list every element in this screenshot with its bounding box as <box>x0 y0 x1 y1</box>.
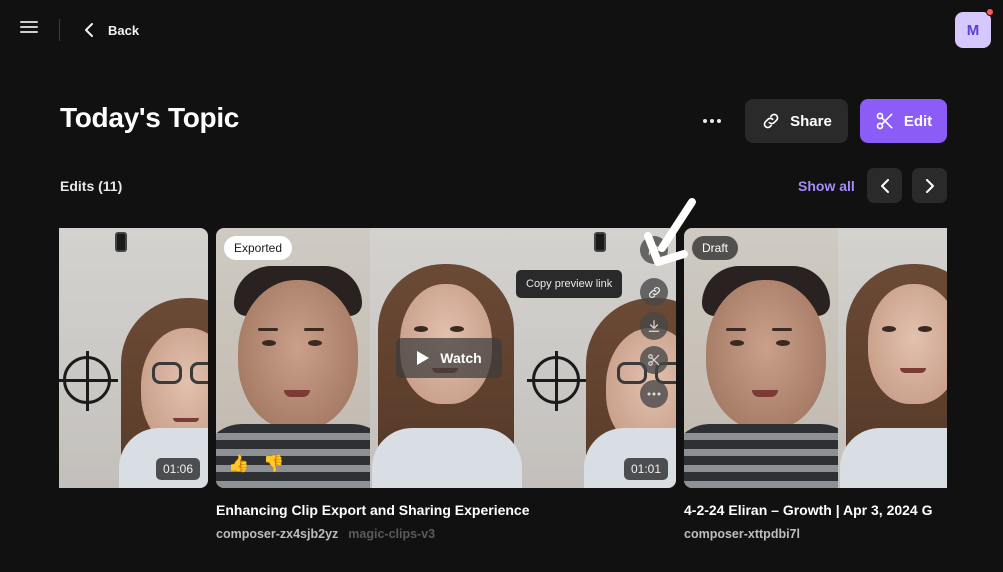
eye-shape <box>730 340 744 346</box>
tooltip: Copy preview link <box>516 270 623 298</box>
watch-button[interactable]: Watch <box>396 338 502 378</box>
wall-clock <box>59 351 118 411</box>
video-frame <box>216 228 370 488</box>
duration-badge: 01:06 <box>155 458 200 480</box>
mouth-shape <box>752 390 778 397</box>
eye-shape <box>882 326 896 332</box>
link-icon <box>648 286 660 298</box>
section-label: Edits (11) <box>60 178 123 194</box>
back-label: Back <box>108 22 140 38</box>
video-frame <box>838 228 947 488</box>
chevron-left-icon <box>880 178 889 193</box>
avatar[interactable]: M <box>955 12 991 48</box>
divider <box>59 19 60 41</box>
edit-label: Edit <box>903 112 933 130</box>
scissors-icon <box>648 354 660 366</box>
watch-label: Watch <box>440 350 482 366</box>
carousel-prev-button[interactable] <box>867 168 902 203</box>
eye-shape <box>918 326 932 332</box>
clip-thumbnail[interactable]: Draft <box>684 228 947 488</box>
brow-shape <box>772 328 792 331</box>
edit-clip-button[interactable] <box>640 346 668 374</box>
face-shape <box>706 280 826 430</box>
eye-shape <box>776 340 790 346</box>
glasses-shape <box>152 362 208 386</box>
eye-shape <box>450 326 464 332</box>
eye-shape <box>308 340 322 346</box>
link-icon <box>763 113 779 129</box>
clip-card[interactable]: Exported Watch 👍 👎 01:01 Copy preview li… <box>216 228 676 541</box>
clip-carousel: 01:06 Exported Watch 👍 👎 01:01 Copy prev… <box>59 228 947 558</box>
wall-clock <box>527 351 587 411</box>
camera-shape <box>115 232 127 252</box>
brow-shape <box>304 328 324 331</box>
clip-title[interactable]: 4-2-24 Eliran – Growth | Apr 3, 2024 G <box>684 502 947 518</box>
edit-button[interactable]: Edit <box>860 99 947 143</box>
eye-shape <box>262 340 276 346</box>
mouth-shape <box>900 368 926 373</box>
clip-thumbnail[interactable]: Exported Watch 👍 👎 01:01 Copy preview li… <box>216 228 676 488</box>
play-icon <box>417 351 430 365</box>
brow-shape <box>258 328 278 331</box>
top-bar: Back M <box>0 0 1003 60</box>
clip-id: composer-xttpdbi7l <box>684 527 800 541</box>
shirt-shape <box>372 428 522 488</box>
share-button[interactable]: Share <box>745 99 848 143</box>
scissors-icon <box>876 112 893 130</box>
clip-tag: magic-clips-v3 <box>348 527 436 541</box>
download-button[interactable] <box>640 312 668 340</box>
more-horizontal-icon <box>703 119 707 123</box>
more-options-button[interactable] <box>698 108 726 134</box>
face-shape <box>868 284 947 404</box>
mouth-shape <box>173 418 199 422</box>
show-all-link[interactable]: Show all <box>798 178 855 194</box>
clip-more-button[interactable] <box>640 380 668 408</box>
more-horizontal-icon <box>647 392 661 396</box>
video-frame <box>59 228 208 488</box>
clip-card[interactable]: Draft 4-2-24 Eliran – Growth | Apr 3, 20… <box>684 228 947 541</box>
share-label: Share <box>790 112 832 130</box>
clip-meta: composer-zx4sjb2yz magic-clips-v3 <box>216 527 676 541</box>
menu-icon[interactable] <box>18 18 40 40</box>
duration-badge: 01:01 <box>623 458 668 480</box>
clip-card[interactable]: 01:06 <box>59 228 208 488</box>
camera-shape <box>594 232 606 252</box>
chevron-left-icon <box>85 23 93 37</box>
reactions: 👍 👎 <box>228 454 284 474</box>
notification-dot <box>986 8 994 16</box>
thumbs-down-icon[interactable]: 👎 <box>263 454 284 474</box>
back-button[interactable]: Back <box>84 18 139 42</box>
face-shape <box>238 280 358 430</box>
shirt-shape <box>840 428 947 488</box>
copy-link-button[interactable] <box>640 278 668 306</box>
chevron-right-icon <box>925 178 934 193</box>
annotation-arrow-icon <box>644 198 696 266</box>
brow-shape <box>726 328 746 331</box>
status-badge: Exported <box>224 236 293 260</box>
clip-meta: composer-xttpdbi7l <box>684 527 947 541</box>
mouth-shape <box>284 390 310 397</box>
clip-title[interactable]: Enhancing Clip Export and Sharing Experi… <box>216 502 676 518</box>
shirt-shape <box>684 424 838 488</box>
clip-id: composer-zx4sjb2yz <box>216 527 339 541</box>
clip-thumbnail[interactable]: 01:06 <box>59 228 208 488</box>
eye-shape <box>414 326 428 332</box>
carousel-next-button[interactable] <box>912 168 947 203</box>
download-icon <box>648 320 660 332</box>
thumbs-up-icon[interactable]: 👍 <box>228 454 249 474</box>
page-title: Today's Topic <box>60 102 240 133</box>
